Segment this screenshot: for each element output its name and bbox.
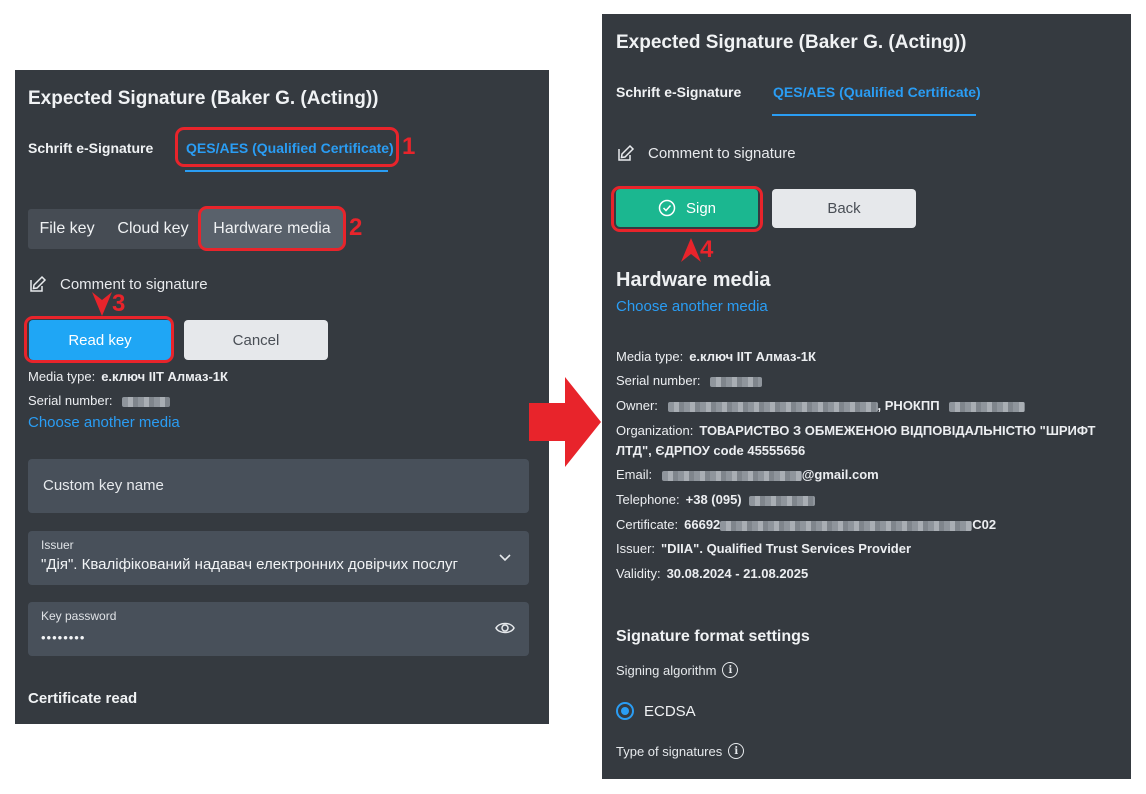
transition-arrow-icon	[529, 377, 601, 467]
custom-key-name-input[interactable]: Custom key name	[28, 459, 529, 513]
annotation-arrow-down-icon	[92, 292, 112, 316]
type-of-signatures-label: Type of signatures i	[616, 743, 745, 759]
algorithm-option-ecdsa[interactable]: ECDSA	[616, 702, 696, 720]
eye-icon[interactable]	[495, 620, 515, 636]
organization-row-continued: ЛТД", ЄДРПОУ code 45555656	[616, 443, 806, 458]
panel-title: Expected Signature (Baker G. (Acting))	[28, 88, 379, 109]
right-signature-panel: Expected Signature (Baker G. (Acting)) S…	[602, 14, 1131, 779]
signature-format-heading: Signature format settings	[616, 628, 810, 645]
active-tab-underline	[772, 114, 976, 116]
redacted-rnokpp	[949, 401, 1026, 412]
redacted-owner	[667, 401, 878, 412]
back-button[interactable]: Back	[772, 189, 916, 228]
edit-note-icon	[618, 144, 635, 161]
comment-label: Comment to signature	[60, 275, 208, 293]
active-tab-underline	[185, 170, 388, 172]
redacted-serial	[710, 376, 763, 387]
media-type-row: Media type: е.ключ ІІТ Алмаз-1К	[28, 369, 228, 384]
signing-algorithm-label: Signing algorithm i	[616, 662, 739, 678]
redacted-telephone	[749, 495, 816, 506]
left-signature-panel: Expected Signature (Baker G. (Acting)) S…	[15, 70, 549, 724]
edit-note-icon	[30, 275, 47, 292]
certificate-row: Certificate: 66692 C02	[616, 517, 997, 532]
choose-another-media-link[interactable]: Choose another media	[616, 298, 768, 315]
annotation-box-qes-tab	[175, 127, 399, 167]
serial-number-row: Serial number:	[28, 393, 171, 408]
redacted-email	[661, 470, 802, 481]
info-icon[interactable]: i	[728, 743, 745, 759]
key-password-input[interactable]: Key password ••••••••	[28, 602, 529, 656]
annotation-box-sign	[611, 186, 763, 232]
chevron-down-icon	[499, 554, 511, 562]
telephone-row: Telephone: +38 (095)	[616, 492, 816, 507]
owner-row: Owner: , РНОКПП	[616, 398, 1026, 413]
annotation-step-4: 4	[700, 236, 714, 263]
info-icon[interactable]: i	[722, 662, 739, 678]
tab-schrift-e-signature[interactable]: Schrift e-Signature	[616, 84, 741, 100]
email-row: Email: @gmail.com	[616, 467, 879, 482]
tab-schrift-e-signature[interactable]: Schrift e-Signature	[28, 140, 153, 156]
certificate-read-heading: Certificate read	[28, 690, 138, 707]
issuer-select[interactable]: Issuer "Дія". Кваліфікований надавач еле…	[28, 531, 529, 585]
serial-number-row: Serial number:	[616, 373, 763, 388]
organization-row: Organization: ТОВАРИСТВО З ОБМЕЖЕНОЮ ВІДП…	[616, 423, 1096, 438]
annotation-step-1: 1	[402, 133, 416, 160]
panel-title: Expected Signature (Baker G. (Acting))	[616, 32, 967, 53]
annotation-box-hardware-media	[198, 206, 346, 251]
redacted-certificate	[720, 520, 973, 531]
annotation-step-3: 3	[112, 290, 126, 317]
key-type-cloud-key[interactable]: Cloud key	[106, 209, 200, 249]
media-type-row: Media type: е.ключ ІІТ Алмаз-1К	[616, 349, 816, 364]
comment-label: Comment to signature	[648, 144, 796, 162]
issuer-row: Issuer: "DIIA". Qualified Trust Services …	[616, 541, 912, 556]
radio-selected-icon	[616, 702, 634, 720]
hardware-media-heading: Hardware media	[616, 269, 771, 291]
annotation-step-2: 2	[349, 214, 363, 241]
key-type-file-key[interactable]: File key	[28, 209, 106, 249]
redacted-serial	[122, 396, 171, 407]
annotation-box-read-key	[24, 316, 174, 363]
choose-another-media-link[interactable]: Choose another media	[28, 414, 180, 431]
comment-to-signature[interactable]: Comment to signature	[616, 143, 796, 163]
validity-row: Validity: 30.08.2024 - 21.08.2025	[616, 566, 809, 581]
cancel-button[interactable]: Cancel	[184, 320, 328, 360]
tab-qes-aes[interactable]: QES/AES (Qualified Certificate)	[773, 84, 981, 100]
